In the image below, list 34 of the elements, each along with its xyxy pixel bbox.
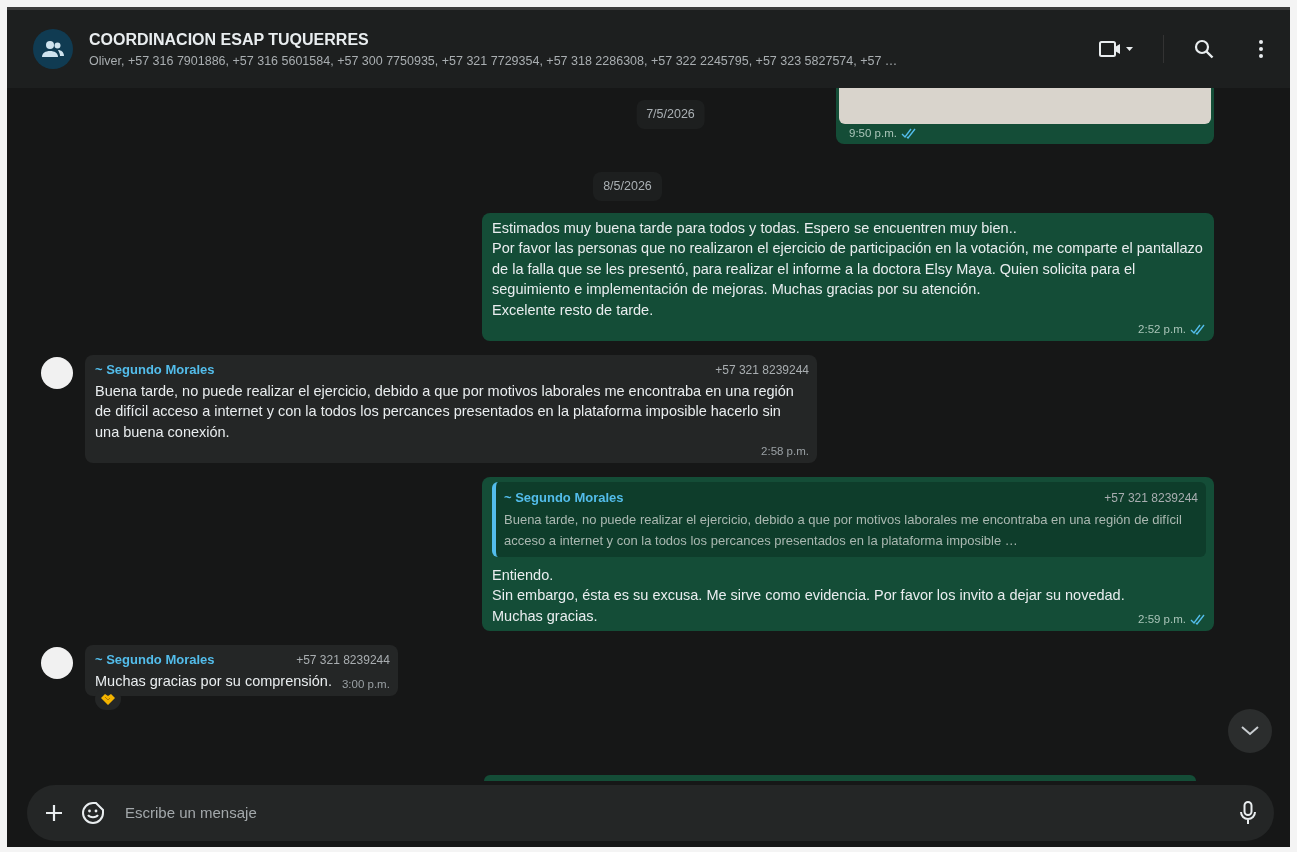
plus-icon — [45, 804, 63, 822]
member-list: Oliver, +57 316 7901886, +57 316 5601584, +57 300 7750935, +57 321 7729354, +57 318 2286308, +57 322 2245795, +57 323 5827574, +57 … — [89, 51, 1077, 71]
message-time: 9:50 p.m. — [849, 126, 897, 140]
chevron-down-icon — [1241, 726, 1259, 736]
sticker-icon — [81, 801, 105, 825]
date-label: 8/5/2026 — [593, 172, 662, 201]
message-time: 3:00 p.m. — [341, 677, 390, 692]
avatar — [41, 357, 73, 390]
phone-number: +57 321 8239244 — [296, 652, 390, 670]
group-avatar-icon[interactable] — [33, 29, 73, 69]
microphone-icon — [1240, 801, 1256, 825]
search-icon — [1194, 39, 1214, 59]
phone-number: +57 321 8239244 — [1104, 490, 1198, 508]
message-composer[interactable]: Escribe un mensaje — [27, 785, 1274, 841]
phone-number: +57 321 8239244 — [715, 362, 809, 380]
sender-name[interactable]: ~ Segundo Morales — [95, 650, 215, 671]
avatar — [41, 647, 73, 680]
menu-icon — [1258, 39, 1264, 59]
message-text: Estimados muy buena tarde para todos y todas. Espero se encuentren muy bien.. Por favor las personas que no realizaron el ejercicio de participación en la votación, me comparte el pantallazo de la falla que se les presentó, para realizar el informe a la doctora Elsy Maya. Quien solicita para el seguimiento e implementación de mejoras. Muchas gracias por su atención. Excelente resto de tarde. — [492, 218, 1204, 320]
sender-name[interactable]: ~ Segundo Morales — [95, 360, 215, 381]
message-time: 2:52 p.m. — [1138, 322, 1186, 337]
message-time: 2:58 p.m. — [761, 444, 809, 459]
sender-name[interactable]: ~ Segundo Morales — [504, 488, 624, 509]
date-label: 7/5/2026 — [636, 100, 705, 129]
scroll-down-button[interactable] — [1228, 709, 1272, 753]
quoted-message[interactable] — [492, 482, 1206, 557]
message-time: 2:59 p.m. — [1138, 612, 1186, 627]
message-input[interactable]: Escribe un mensaje — [119, 797, 1226, 829]
message-text: Entiendo. Sin embargo, ésta es su excusa. Me sirve como evidencia. Por favor los invito a dejar su novedad. Muchas gracias. — [492, 565, 1125, 626]
quoted-text: Buena tarde, no puede realizar el ejercicio, debido a que por motivos laborales me encontraba en una región de difícil acceso a internet y con la todos los percances presentados en la plataforma imposible … — [504, 510, 1183, 550]
video-camera-icon — [1099, 39, 1133, 59]
message-text: Buena tarde, no puede realizar el ejercicio, debido a que por motivos laborales me encontraba en una región de difícil acceso a internet y con la todos los percances presentados en la plataforma imposible hacerlo sin una buena conexión. — [95, 381, 795, 442]
message-text: Muchas gracias por su comprensión. — [95, 671, 332, 691]
chat-title[interactable]: COORDINACION ESAP TUQUERRES — [89, 27, 1077, 52]
